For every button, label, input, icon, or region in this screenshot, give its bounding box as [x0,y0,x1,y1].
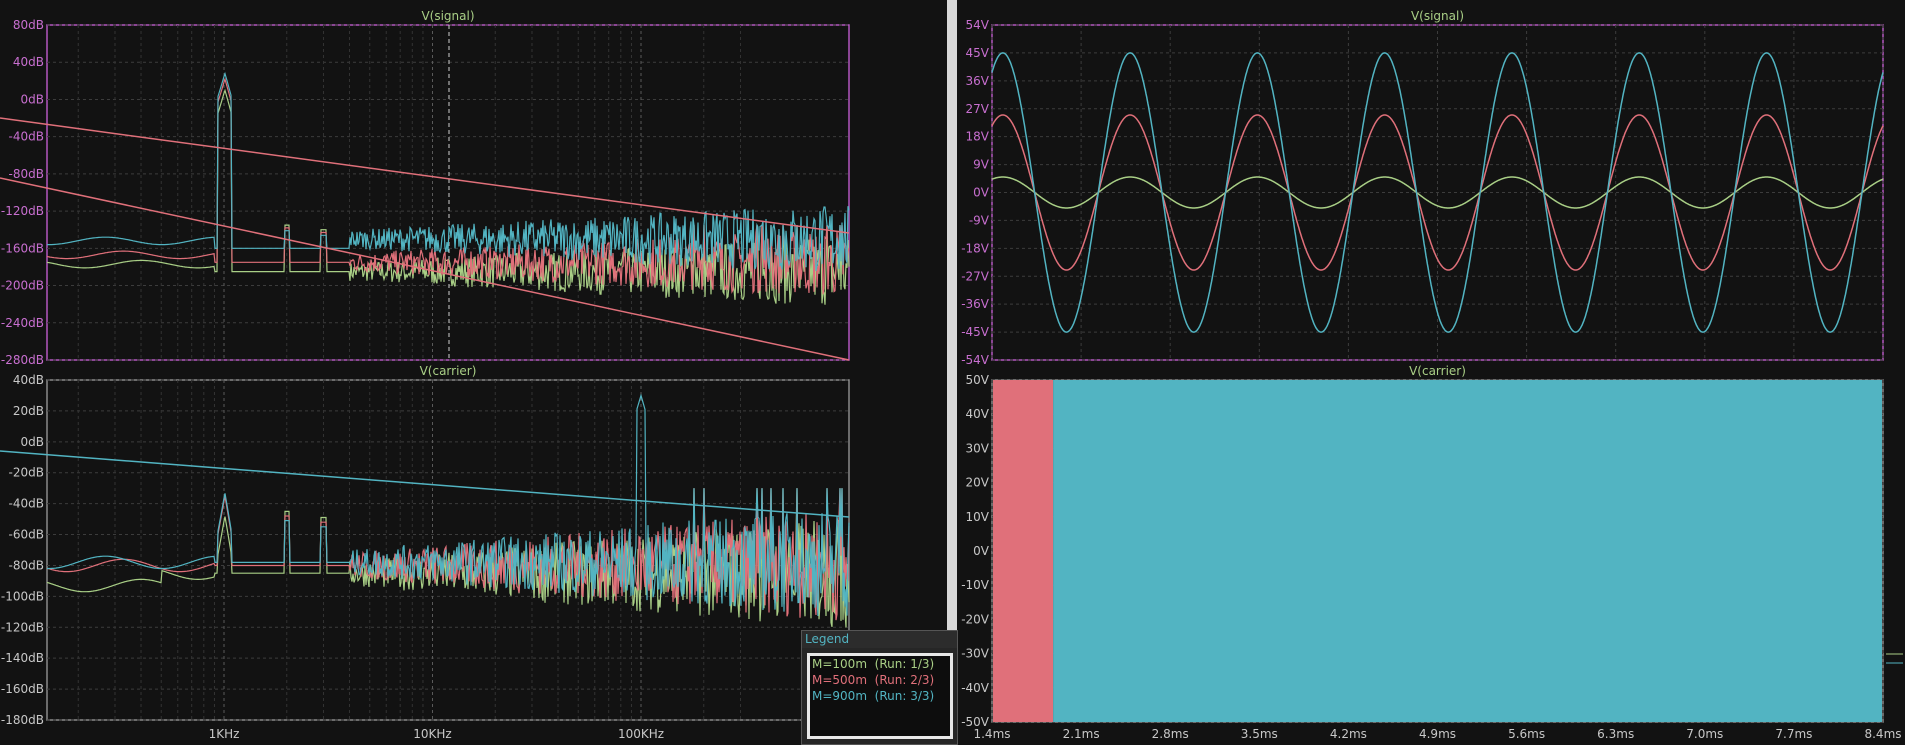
y-tick-label: -27V [961,269,990,283]
y-tick-label: -20dB [9,466,44,480]
y-tick-label: -100dB [1,589,44,603]
plot-title: V(carrier) [1409,364,1466,378]
legend-label: M=100m [812,657,868,671]
y-tick-label: -200dB [1,279,44,293]
trace-run2-fill [993,380,1054,722]
y-tick-label: 40dB [13,373,44,387]
y-tick-label: -10V [961,578,990,592]
x-tick-label: 4.2ms [1330,727,1367,741]
trace-run3-fill [1053,380,1882,722]
y-tick-label: -45V [961,325,990,339]
fft-signal-plot: 80dB 40dB 0dB -40dB -80dB -120dB -160dB -200dB -… [0,9,850,367]
plot-frame [46,24,850,361]
y-tick-label: 27V [966,102,990,116]
legend-run: (Run: 3/3) [874,689,935,703]
plot-title: V(signal) [1411,9,1464,23]
x-tick-label: 1.4ms [973,727,1010,741]
x-tick-label: 4.9ms [1419,727,1456,741]
x-tick-label: 5.6ms [1508,727,1545,741]
x-tick-label: 7.0ms [1686,727,1723,741]
x-tick-label: 3.5ms [1241,727,1278,741]
y-tick-label: -160dB [1,241,44,255]
transient-plots[interactable]: 54V 45V 36V 27V 18V 9V 0V -9V -18V -27V -36V -45V -5… [957,0,1905,745]
y-tick-label: 0dB [21,92,44,106]
x-tick-label: 100KHz [618,727,664,741]
fft-carrier-plot: 40dB 20dB 0dB -20dB -40dB -60dB -80dB -100dB -12… [0,364,850,727]
y-tick-label: 0dB [21,435,44,449]
y-tick-label: -280dB [1,353,44,367]
y-tick-label: -60dB [9,528,44,542]
x-tick-label: 1KHz [209,727,240,741]
y-tick-label: 20V [966,476,990,490]
y-tick-label: 80dB [13,18,44,32]
legend-title[interactable]: Legend [802,631,957,648]
y-tick-label: -160dB [1,682,44,696]
y-tick-label: 40dB [13,55,44,69]
legend-label: M=500m [812,673,868,687]
y-tick-label: 18V [966,130,990,144]
x-tick-label: 7.7ms [1775,727,1812,741]
legend-run: (Run: 1/3) [874,657,935,671]
y-tick-label: -40V [961,681,990,695]
y-tick-label: -20V [961,612,990,626]
y-tick-label: 20dB [13,404,44,418]
plot-title: V(signal) [421,9,474,23]
legend-box: M=100m (Run: 1/3) M=500m (Run: 2/3) M=90… [807,653,953,739]
y-tick-label: 50V [966,373,990,387]
y-tick-label: 0V [973,186,990,200]
y-tick-label: -80dB [9,167,44,181]
y-tick-label: 36V [966,74,990,88]
y-tick-label: -36V [961,297,990,311]
y-tick-label: -80dB [9,558,44,572]
y-tick-label: 0V [973,544,990,558]
y-tick-label: 9V [973,158,990,172]
y-tick-label: -54V [961,353,990,367]
legend-window[interactable]: Legend M=100m (Run: 1/3) M=500m (Run: 2/… [801,630,958,745]
transient-carrier-plot: 50V40V30V20V10V0V-10V-20V-30V-40V-50VV(c… [961,364,1903,729]
plot-title: V(carrier) [420,364,477,378]
y-tick-label: -240dB [1,316,44,330]
y-tick-label: 30V [966,441,990,455]
y-tick-label: 54V [966,18,990,32]
x-tick-label: 6.3ms [1597,727,1634,741]
y-tick-label: 45V [966,46,990,60]
y-tick-label: -18V [961,241,990,255]
transient-pane: 54V 45V 36V 27V 18V 9V 0V -9V -18V -27V -36V -45V -5… [957,0,1905,745]
legend-label: M=900m [812,689,868,703]
y-tick-label: -30V [961,647,990,661]
y-tick-label: -120dB [1,620,44,634]
y-tick-label: -180dB [1,713,44,727]
y-tick-label: 10V [966,510,990,524]
legend-run: (Run: 2/3) [874,673,935,687]
y-tick-label: -9V [969,213,990,227]
y-tick-label: -40dB [9,130,44,144]
y-tick-label: -140dB [1,651,44,665]
x-tick-label: 2.8ms [1152,727,1189,741]
legend-entry-run1: M=100m (Run: 1/3) [810,656,950,672]
x-tick-label: 2.1ms [1063,727,1100,741]
y-tick-label: 40V [966,407,990,421]
y-tick-label: -40dB [9,497,44,511]
transient-signal-plot: 54V 45V 36V 27V 18V 9V 0V -9V -18V -27V -36V -45V -5… [961,9,1884,367]
x-tick-label: 8.4ms [1864,727,1901,741]
legend-entry-run3: M=900m (Run: 3/3) [810,688,950,704]
x-tick-label: 10KHz [413,727,451,741]
legend-entry-run2: M=500m (Run: 2/3) [810,672,950,688]
y-tick-label: -120dB [1,204,44,218]
